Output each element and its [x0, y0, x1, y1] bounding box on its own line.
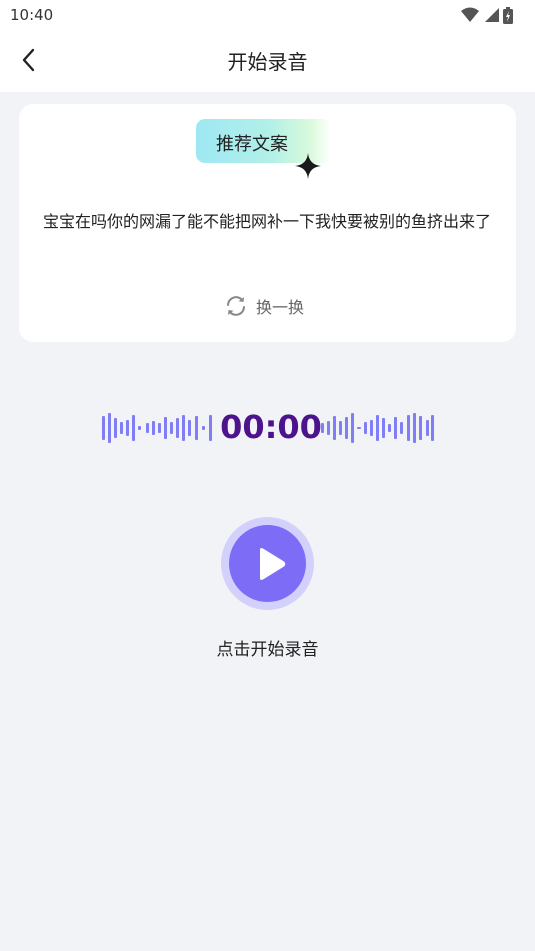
page-title: 开始录音	[227, 50, 308, 74]
record-button[interactable]	[221, 517, 314, 610]
record-button-inner	[229, 525, 306, 602]
waveform-right	[321, 413, 434, 443]
recommend-text: 宝宝在吗你的网漏了能不能把网补一下我快要被别的鱼挤出来了	[43, 212, 492, 231]
record-start-label: 点击开始录音	[216, 640, 319, 660]
sparkle-icon	[295, 153, 321, 179]
recommend-tag: 推荐文案	[196, 119, 331, 179]
wifi-icon	[461, 7, 479, 22]
refresh-icon	[227, 296, 245, 316]
status-bar: 10:40	[0, 0, 535, 30]
play-icon	[260, 548, 286, 580]
refresh-label: 换一换	[256, 298, 305, 317]
status-time: 10:40	[10, 6, 54, 24]
waveform-left	[102, 413, 212, 443]
battery-icon	[503, 6, 513, 24]
app-header: 开始录音	[0, 30, 535, 92]
signal-icon	[485, 8, 499, 22]
refresh-button[interactable]: 换一换	[224, 292, 304, 320]
record-timer: 00:00	[220, 408, 322, 446]
status-icons	[461, 6, 513, 24]
recommend-tag-label: 推荐文案	[216, 134, 288, 155]
recommend-card: 推荐文案 宝宝在吗你的网漏了能不能把网补一下我快要被别的鱼挤出来了 换一换	[19, 104, 516, 342]
